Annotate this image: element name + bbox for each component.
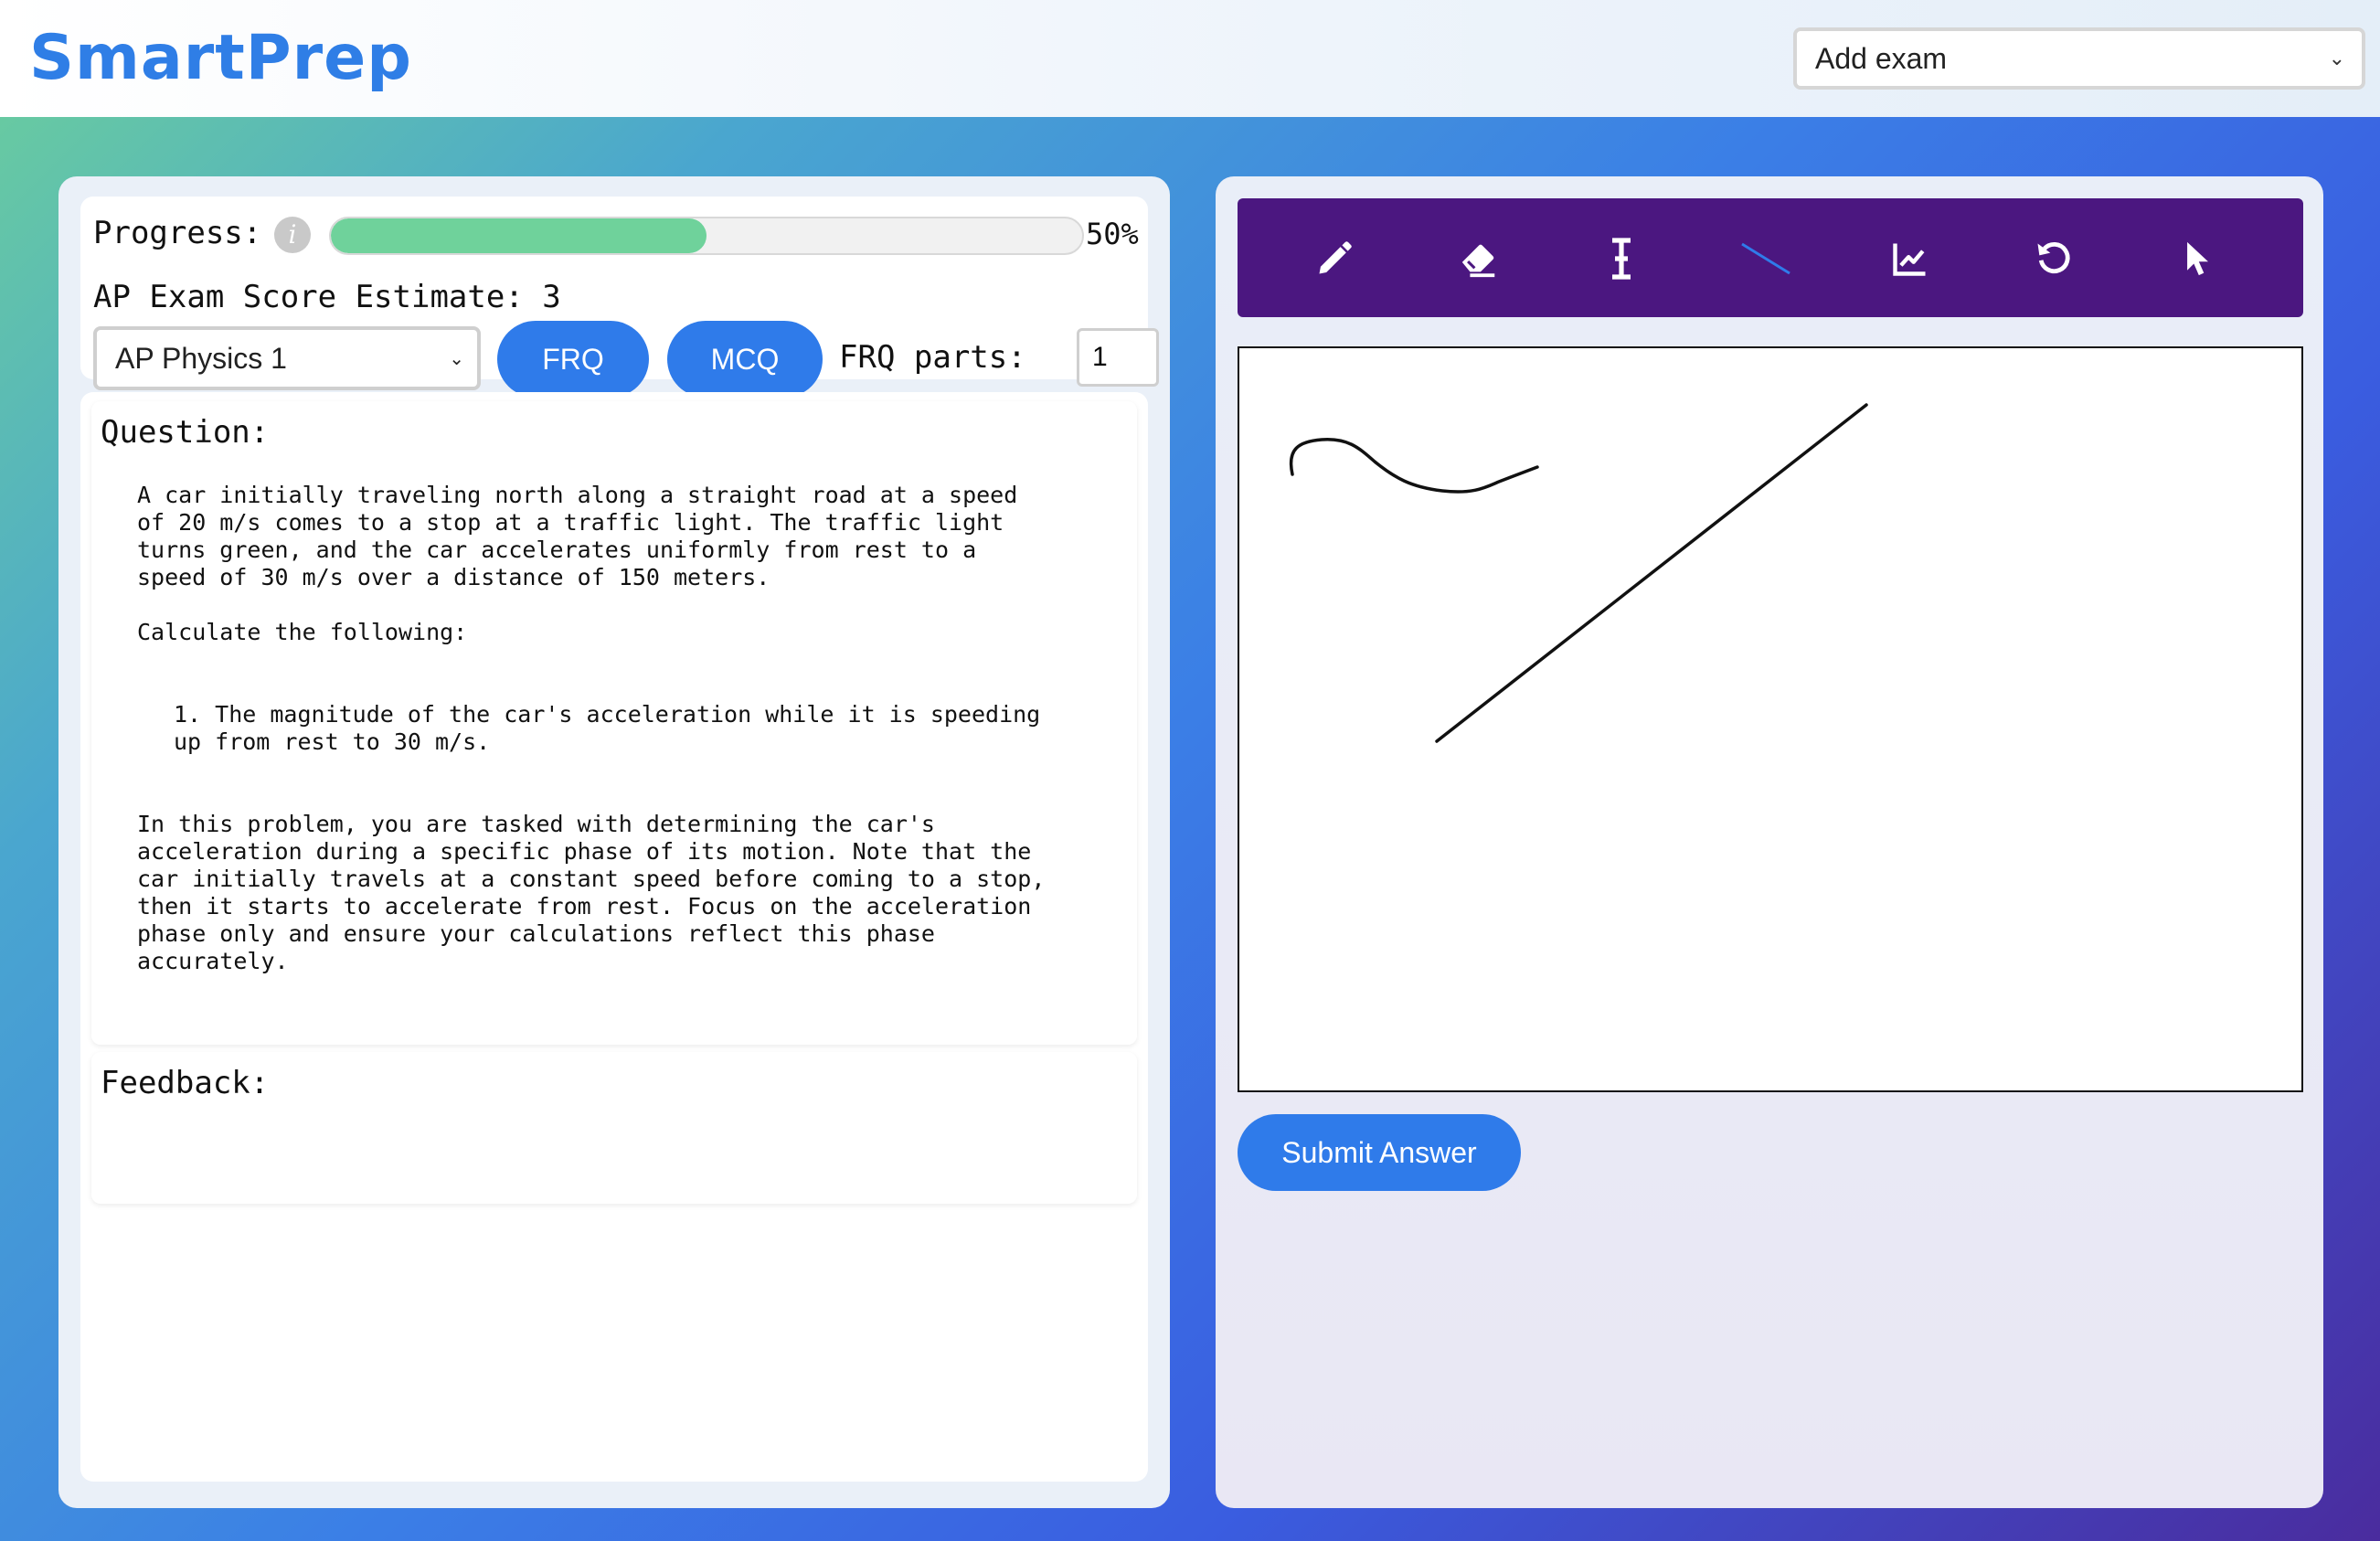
graph-icon[interactable] [1881, 229, 1939, 288]
question-intro: A car initially traveling north along a … [137, 482, 1018, 590]
question-panel: Progress: i 50% AP Exam Score Estimate: … [58, 176, 1170, 1508]
straight-line-stroke [1435, 403, 1868, 743]
question-box: Question: A car initially traveling nort… [91, 401, 1137, 1045]
feedback-title: Feedback: [101, 1065, 270, 1101]
subject-select[interactable]: AP Physics 1 ⌄ [93, 326, 481, 390]
chevron-down-icon: ⌄ [449, 348, 464, 369]
frq-parts-label: FRQ parts: [839, 339, 1026, 376]
content-card: Question: A car initially traveling nort… [80, 392, 1148, 1482]
stats-card: Progress: i 50% AP Exam Score Estimate: … [80, 197, 1159, 398]
question-item: 1. The magnitude of the car's accelerati… [174, 701, 1041, 755]
add-exam-select[interactable]: Add exam ⌄ [1793, 27, 2365, 90]
score-estimate: AP Exam Score Estimate: 3 [93, 279, 561, 315]
mcq-button[interactable]: MCQ [667, 321, 823, 398]
progress-bar [329, 217, 1084, 255]
logo[interactable]: SmartPrep [29, 22, 412, 94]
eraser-icon[interactable] [1450, 229, 1508, 288]
progress-bar-fill [331, 218, 707, 253]
frq-parts-input[interactable]: 1 [1077, 328, 1159, 387]
freehand-stroke [1289, 438, 1539, 494]
pencil-icon[interactable] [1305, 229, 1364, 288]
subject-select-value: AP Physics 1 [115, 341, 287, 375]
submit-answer-button[interactable]: Submit Answer [1238, 1114, 1521, 1191]
pointer-icon[interactable] [2168, 229, 2226, 288]
progress-percent: 50% [1086, 217, 1139, 251]
add-exam-select-value: Add exam [1815, 41, 1948, 75]
question-prompt: Calculate the following: [137, 619, 468, 645]
progress-label: Progress: [93, 215, 262, 251]
line-icon[interactable] [1737, 229, 1795, 288]
frq-button[interactable]: FRQ [497, 321, 649, 398]
chevron-down-icon: ⌄ [2328, 47, 2345, 69]
drawing-canvas[interactable] [1238, 346, 2303, 1092]
undo-icon[interactable] [2024, 229, 2082, 288]
answer-panel: Submit Answer [1216, 176, 2323, 1508]
question-note: In this problem, you are tasked with det… [137, 811, 1046, 974]
drawing-toolbar [1238, 198, 2303, 317]
info-icon[interactable]: i [274, 217, 311, 253]
top-bar: SmartPrep Add exam ⌄ [0, 0, 2380, 117]
text-cursor-icon[interactable] [1592, 229, 1651, 288]
canvas-drawing [1289, 403, 1868, 743]
feedback-box: Feedback: [91, 1052, 1137, 1204]
question-title: Question: [101, 414, 270, 451]
